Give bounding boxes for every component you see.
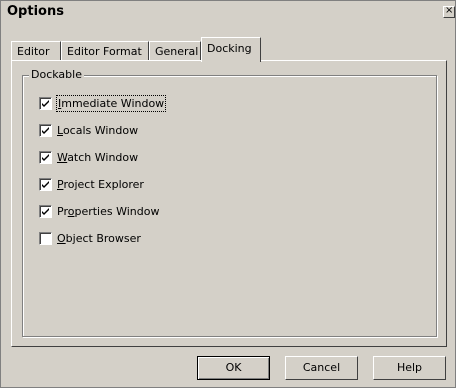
tab-label: General [155, 45, 199, 58]
checkmark-icon [42, 181, 49, 188]
tab-label: Editor Format [67, 45, 142, 58]
checkbox-box[interactable] [39, 97, 52, 110]
dialog-title: Options [7, 4, 64, 19]
tab-general[interactable]: General [149, 41, 201, 61]
checkmark-icon [42, 100, 49, 107]
checkmark-icon [42, 154, 49, 161]
option-label: Project Explorer [57, 178, 144, 191]
option-label: Watch Window [57, 151, 139, 164]
title-bar[interactable]: Options × [1, 1, 455, 23]
groupbox-label: Dockable [29, 68, 84, 81]
checkbox-box[interactable] [39, 151, 52, 164]
close-button[interactable]: × [443, 5, 455, 18]
tab-panel-docking: Dockable Immediate Window Locals Window … [11, 60, 447, 347]
checkbox-box[interactable] [39, 124, 52, 137]
checkmark-icon [42, 127, 49, 134]
checkmark-icon [42, 208, 49, 215]
checkbox-box[interactable] [39, 205, 52, 218]
close-icon: × [445, 5, 454, 16]
dockable-groupbox: Dockable Immediate Window Locals Window … [22, 68, 437, 337]
checkbox-box[interactable] [39, 178, 52, 191]
option-label: Object Browser [57, 232, 141, 245]
tab-label: Editor [17, 45, 50, 58]
tab-editor[interactable]: Editor [11, 41, 61, 61]
option-label: Locals Window [57, 124, 139, 137]
options-dialog: Options × Editor Editor Format General D… [0, 0, 456, 388]
tab-docking[interactable]: Docking [201, 37, 261, 62]
option-label: Immediate Window [55, 95, 167, 112]
tab-label: Docking [207, 42, 252, 55]
cancel-button[interactable]: Cancel [285, 356, 358, 380]
help-button[interactable]: Help [373, 356, 446, 380]
tab-editor-format[interactable]: Editor Format [61, 41, 149, 61]
option-label: Properties Window [57, 205, 160, 218]
ok-button[interactable]: OK [197, 356, 270, 380]
checkbox-box[interactable] [39, 232, 52, 245]
